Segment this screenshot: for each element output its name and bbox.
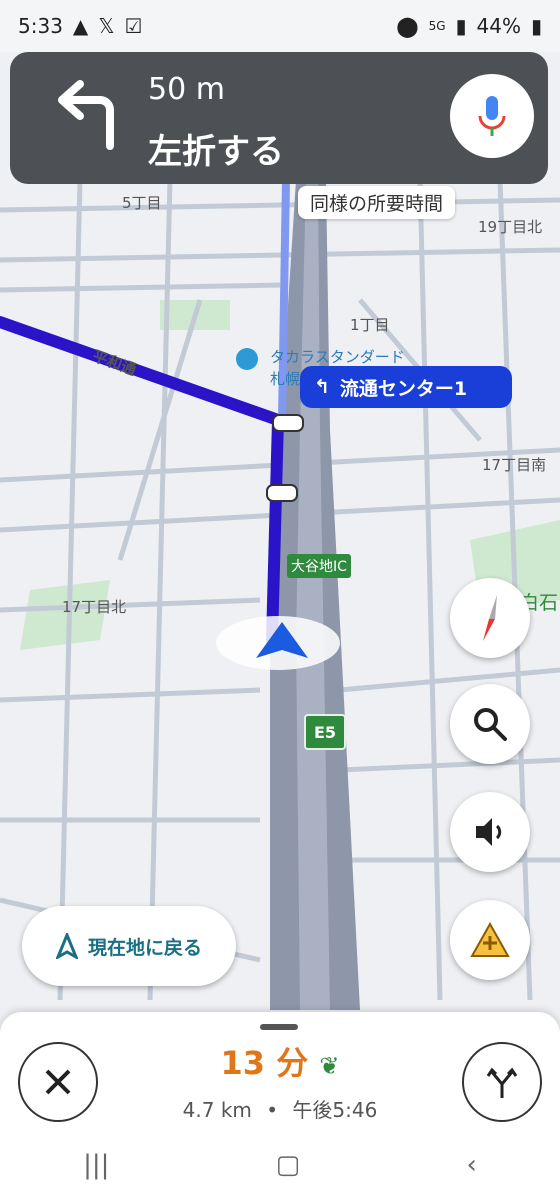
battery-text: 44%	[476, 14, 521, 38]
warning-plus-icon	[470, 922, 510, 957]
poi-marker[interactable]	[236, 348, 258, 370]
eta-distance: 4.7 km	[182, 1098, 252, 1122]
navigation-outline-icon	[55, 933, 78, 959]
alternate-routes-button[interactable]	[462, 1042, 542, 1122]
eta-duration: 13 分	[220, 1044, 309, 1082]
recents-icon[interactable]: |||	[83, 1150, 109, 1180]
check-square-icon: ☑	[124, 14, 143, 38]
back-icon[interactable]: ‹	[466, 1150, 476, 1180]
search-icon	[474, 708, 507, 741]
compass-icon	[483, 595, 497, 641]
status-bar: 5:33 ▲ 𝕏 ☑ ⬤ 5G ▮ 44% ▮	[0, 0, 560, 52]
home-icon[interactable]: ▢	[276, 1150, 301, 1180]
report-incident-button[interactable]	[450, 900, 530, 980]
speaker-icon	[476, 818, 502, 846]
navigation-arrow-icon: ▲	[72, 14, 89, 38]
traffic-light-icon	[272, 414, 304, 432]
drag-handle[interactable]	[260, 1024, 298, 1030]
map-label-poi[interactable]: タカラスタンダード	[270, 346, 405, 367]
return-to-location-button[interactable]: 現在地に戻る	[22, 906, 236, 986]
eta-arrival: 午後5:46	[292, 1098, 378, 1122]
next-turn-chip[interactable]: ↰ 流通センター1	[300, 366, 512, 408]
map-label-block17s: 17丁目南	[482, 456, 547, 474]
map-label-block19n: 19丁目北	[478, 218, 543, 236]
compass-button[interactable]	[450, 578, 530, 658]
system-navigation-bar: ||| ▢ ‹	[0, 1140, 560, 1190]
5g-icon: 5G	[428, 19, 446, 33]
map-label-block17n: 17丁目北	[62, 598, 127, 616]
interchange-badge: 大谷地IC	[287, 554, 351, 578]
navigation-banner[interactable]: 50 m 左折する	[10, 52, 548, 184]
traffic-light-icon	[266, 484, 298, 502]
battery-icon: ▮	[530, 14, 542, 38]
mic-icon	[478, 96, 506, 136]
signal-icon: ▮	[455, 14, 467, 38]
map-label-block5: 5丁目	[122, 194, 162, 212]
turn-distance: 50 m	[148, 72, 225, 107]
turn-instruction: 左折する	[148, 132, 284, 172]
x-logo-icon: 𝕏	[98, 14, 115, 38]
search-button[interactable]	[450, 684, 530, 764]
sound-button[interactable]	[450, 792, 530, 872]
turn-left-small-icon: ↰	[314, 376, 330, 398]
route-alternative-tooltip[interactable]: 同様の所要時間	[298, 186, 456, 219]
clock: 5:33	[18, 14, 63, 38]
navigation-arrow-icon	[256, 622, 308, 658]
voice-search-button[interactable]	[450, 74, 534, 158]
eco-leaf-icon: ❦	[319, 1052, 340, 1080]
fork-arrow-icon	[486, 1067, 518, 1098]
turn-left-icon	[58, 80, 114, 150]
eta-separator: •	[266, 1098, 279, 1122]
map-label-block1: 1丁目	[350, 316, 390, 334]
map-label-poi-sub: 札幌	[270, 370, 301, 388]
location-pin-icon: ⬤	[396, 14, 419, 38]
expressway-shield: E5	[304, 714, 346, 750]
next-turn-label: 流通センター1	[339, 377, 468, 400]
return-to-location-label: 現在地に戻る	[87, 936, 202, 959]
